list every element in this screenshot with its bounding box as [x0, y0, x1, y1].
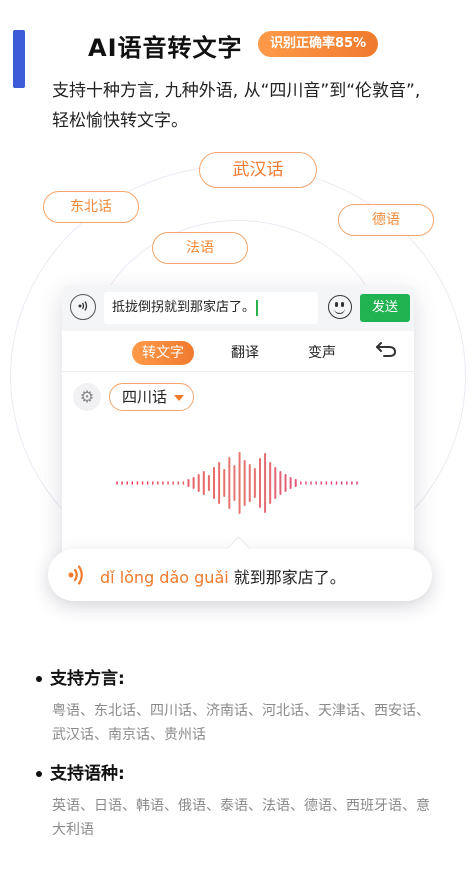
audio-waveform [116, 452, 358, 514]
section-heading: 支持方言: [36, 664, 442, 689]
section-heading: 支持语种: [36, 759, 442, 784]
bullet-dot [36, 676, 42, 682]
voice-toggle-button[interactable] [70, 294, 96, 320]
tag-wuhan[interactable]: 武汉话 [199, 152, 317, 188]
emoji-icon[interactable] [328, 295, 352, 319]
main-card: AI语音转文字 识别正确率85% 支持十种方言, 九种外语, 从“四川音”到“伦… [0, 0, 474, 889]
tag-german[interactable]: 德语 [338, 204, 434, 236]
gear-icon[interactable]: ⚙ [73, 383, 101, 411]
pinyin-text: dǐ lǒng dǎo guǎi [100, 568, 229, 587]
dialect-support-section: 支持方言: 粤语、东北话、四川话、济南话、河北话、天津话、西安话、武汉话、南京话… [36, 664, 442, 747]
transcribed-text: 就到那家店了。 [228, 568, 346, 587]
tab-translate[interactable]: 翻译 [230, 341, 260, 365]
page-title: AI语音转文字 [88, 34, 243, 62]
transcription-text: dǐ lǒng dǎo guǎi 就到那家店了。 [100, 564, 346, 588]
tag-dongbei[interactable]: 东北话 [43, 191, 139, 223]
send-button[interactable]: 发送 [360, 294, 410, 322]
function-tabs: 转文字 翻译 变声 [62, 333, 414, 372]
bullet-dot [36, 771, 42, 777]
message-input[interactable]: 抵拢倒拐就到那家店了。 [104, 292, 318, 324]
dialect-selected-label: 四川话 [122, 388, 168, 406]
chat-panel: 抵拢倒拐就到那家店了。 发送 转文字 翻译 变声 ⚙ 四川话 [62, 285, 414, 575]
speaker-icon[interactable] [66, 563, 90, 587]
tab-voice-change[interactable]: 变声 [307, 341, 337, 365]
chevron-down-icon [174, 395, 185, 401]
language-support-section: 支持语种: 英语、日语、韩语、俄语、泰语、法语、德语、西班牙语、意大利语 [36, 759, 442, 842]
accuracy-badge: 识别正确率85% [258, 31, 379, 57]
undo-icon[interactable] [374, 339, 398, 364]
transcription-result-bubble: dǐ lǒng dǎo guǎi 就到那家店了。 [48, 536, 432, 601]
input-bar: 抵拢倒拐就到那家店了。 发送 [62, 285, 414, 331]
section-body: 英语、日语、韩语、俄语、泰语、法语、德语、西班牙语、意大利语 [52, 798, 430, 838]
side-accent-bar [13, 30, 25, 88]
text-caret [256, 299, 258, 316]
dialect-selector[interactable]: 四川话 [109, 383, 195, 411]
message-input-text: 抵拢倒拐就到那家店了。 [112, 300, 256, 315]
section-body: 粤语、东北话、四川话、济南话、河北话、天津话、西安话、武汉话、南京话、贵州话 [52, 703, 430, 743]
feature-description: 支持十种方言, 九种外语, 从“四川音”到“伦敦音”, 轻松愉快转文字。 [52, 81, 421, 131]
tab-transcribe[interactable]: 转文字 [132, 341, 194, 365]
sound-wave-icon [78, 301, 88, 311]
tag-french[interactable]: 法语 [152, 232, 248, 264]
